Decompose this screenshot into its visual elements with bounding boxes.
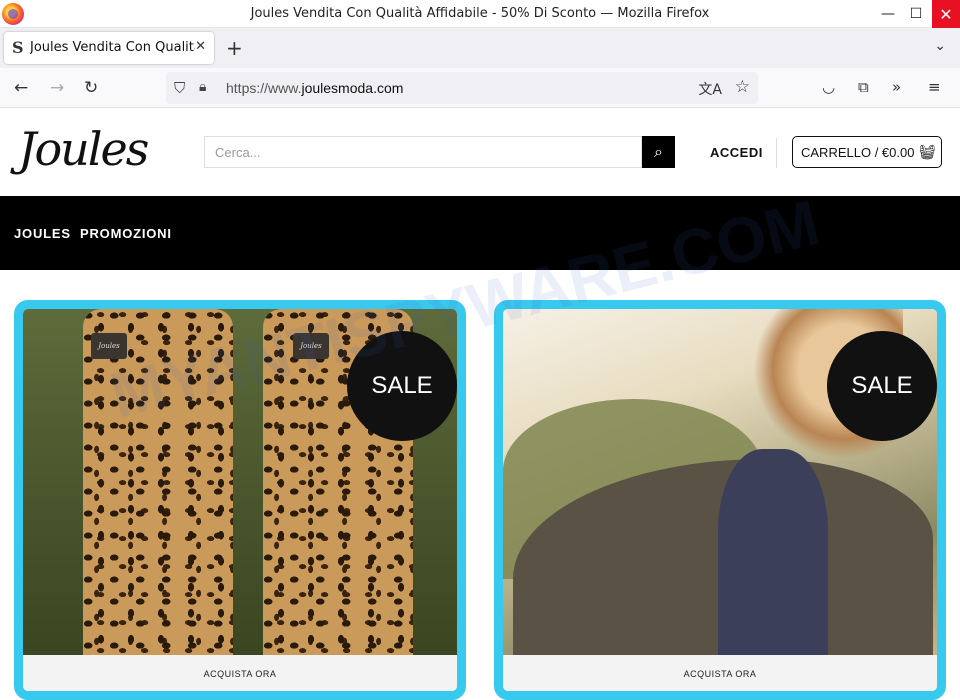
search-input[interactable]: Cerca... [204,136,642,168]
left-boot: Joules [83,309,233,655]
blouse-shape [718,449,828,655]
url-host: joulesmoda.com [301,80,404,96]
leopard-boots-image[interactable]: Joules Joules SALE [23,309,457,655]
lock-icon[interactable]: 🔒︎ [199,79,206,95]
back-arrow-icon[interactable]: ← [14,78,28,98]
url-prefix: https://www. [226,80,302,96]
hamburger-menu-icon[interactable]: ≡ [928,78,941,96]
maximize-button[interactable]: ☐ [900,0,932,28]
forward-arrow-icon[interactable]: → [50,78,64,98]
joules-logo[interactable]: Joules [18,122,149,176]
close-tab-icon[interactable]: ✕ [195,39,206,54]
new-tab-icon[interactable]: + [226,36,243,60]
url-bar[interactable]: ⛉ 🔒︎ https://www.joulesmoda.com 文A ☆ [166,72,758,104]
extensions-icon[interactable]: ⧉ [858,78,869,96]
tab-bar: S Joules Vendita Con Qualità Affidabile … [0,28,960,68]
main-menu: JOULES PROMOZIONI [0,196,960,270]
chevron-down-icon[interactable]: ⌄ [934,38,946,54]
card-footer: ACQUISTA ORA [23,655,457,691]
shop-now-link[interactable]: ACQUISTA ORA [503,669,937,679]
window-titlebar: Joules Vendita Con Qualità Affidabile - … [0,0,960,28]
close-window-button[interactable]: ✕ [932,0,960,28]
overflow-chevrons-icon[interactable]: » [892,78,901,96]
menu-item-joules[interactable]: JOULES [14,226,71,241]
sale-badge: SALE [827,331,937,441]
pocket-icon[interactable]: ◡ [822,78,835,96]
search-button[interactable]: ⌕ [642,136,675,168]
sale-badge: SALE [347,331,457,441]
joules-favicon-icon: S [12,38,24,57]
window-title: Joules Vendita Con Qualità Affidabile - … [250,6,710,21]
product-grid: Joules Joules SALE ACQUISTA ORA SALE ACQ… [0,270,960,700]
shop-now-link[interactable]: ACQUISTA ORA [23,669,457,679]
basket-icon: 🧺︎ [918,143,937,160]
navigation-bar: ← → ↻ ⛉ 🔒︎ https://www.joulesmoda.com 文A… [0,68,960,108]
url-text[interactable]: https://www.joulesmoda.com [226,80,403,96]
bookmark-star-icon[interactable]: ☆ [735,77,750,97]
boot-tag-logo: Joules [91,333,127,359]
translate-icon[interactable]: 文A [698,79,722,99]
magnifier-icon: ⌕ [654,142,663,161]
product-card[interactable]: SALE ACQUISTA ORA [494,300,946,700]
header-divider [776,138,777,168]
woman-jacket-image[interactable]: SALE [503,309,937,655]
login-link[interactable]: ACCEDI [710,145,763,160]
tab-joules[interactable]: S Joules Vendita Con Qualità Affidabile … [4,32,214,64]
tab-title: Joules Vendita Con Qualità Affidabile - … [30,40,195,55]
search-placeholder: Cerca... [215,145,261,160]
cart-label: CARRELLO / €0.00 [801,144,915,160]
cart-button[interactable]: CARRELLO / €0.00 🧺︎ [792,136,942,168]
site-header: Joules Cerca... ⌕ ACCEDI CARRELLO / €0.0… [0,108,960,196]
boot-tag-logo: Joules [293,333,329,359]
menu-item-promozioni[interactable]: PROMOZIONI [80,226,172,241]
card-footer: ACQUISTA ORA [503,655,937,691]
shield-icon[interactable]: ⛉ [174,79,185,97]
reload-icon[interactable]: ↻ [84,78,98,98]
product-card[interactable]: Joules Joules SALE ACQUISTA ORA [14,300,466,700]
